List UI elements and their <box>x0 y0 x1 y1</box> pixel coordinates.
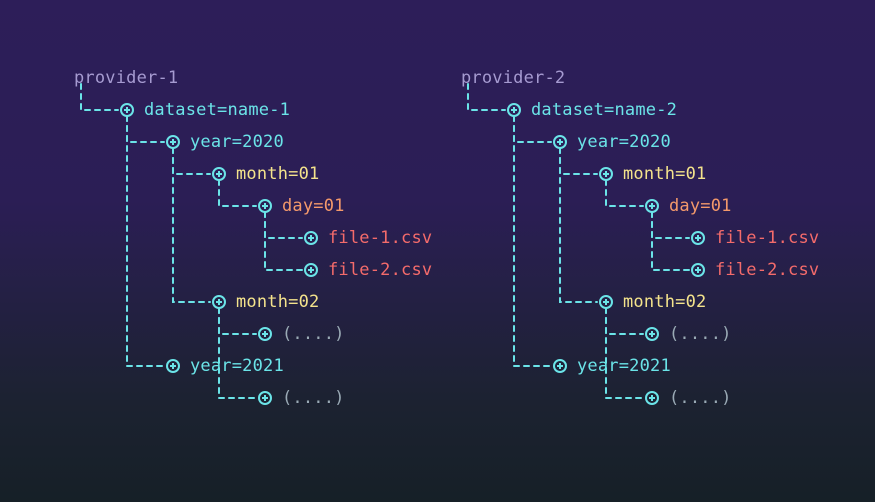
node-label: year=2021 <box>577 350 671 382</box>
expand-icon <box>212 167 226 181</box>
expand-icon <box>599 167 613 181</box>
tree-root: provider-1 <box>74 62 432 94</box>
expand-icon <box>645 327 659 341</box>
tree-node: month=01 <box>74 158 432 190</box>
tree-node: file-1.csv <box>74 222 432 254</box>
node-label: dataset=name-1 <box>144 94 290 126</box>
tree-node: (....) <box>461 318 819 350</box>
node-label: year=2020 <box>190 126 284 158</box>
tree-node: file-1.csv <box>461 222 819 254</box>
tree-node: (....) <box>461 382 819 414</box>
tree-root: provider-2 <box>461 62 819 94</box>
node-label: day=01 <box>282 190 345 222</box>
tree-provider-1: provider-1 dataset=name-1 year=2020 mont… <box>74 62 432 414</box>
expand-icon <box>258 327 272 341</box>
node-label: year=2021 <box>190 350 284 382</box>
node-label: month=02 <box>623 286 706 318</box>
node-label: month=01 <box>236 158 319 190</box>
expand-icon <box>212 295 226 309</box>
expand-icon <box>258 391 272 405</box>
node-label: file-1.csv <box>328 222 432 254</box>
tree-node: month=02 <box>74 286 432 318</box>
tree-node: (....) <box>74 382 432 414</box>
expand-icon <box>645 199 659 213</box>
tree-node: dataset=name-1 <box>74 94 432 126</box>
tree-node: month=02 <box>461 286 819 318</box>
expand-icon <box>304 231 318 245</box>
node-label: file-2.csv <box>328 254 432 286</box>
node-label: year=2020 <box>577 126 671 158</box>
expand-icon <box>553 359 567 373</box>
expand-icon <box>166 135 180 149</box>
node-label: dataset=name-2 <box>531 94 677 126</box>
node-label: provider-2 <box>461 62 565 94</box>
expand-icon <box>166 359 180 373</box>
node-label: (....) <box>282 318 345 350</box>
node-label: (....) <box>282 382 345 414</box>
expand-icon <box>507 103 521 117</box>
node-label: day=01 <box>669 190 732 222</box>
tree-node: month=01 <box>461 158 819 190</box>
tree-node: year=2020 <box>461 126 819 158</box>
expand-icon <box>258 199 272 213</box>
tree-node: file-2.csv <box>74 254 432 286</box>
tree-provider-2: provider-2 dataset=name-2 year=2020 mont… <box>461 62 819 414</box>
tree-node: dataset=name-2 <box>461 94 819 126</box>
node-label: (....) <box>669 318 732 350</box>
tree-node: year=2021 <box>461 350 819 382</box>
expand-icon <box>645 391 659 405</box>
node-label: month=01 <box>623 158 706 190</box>
expand-icon <box>120 103 134 117</box>
tree-node: file-2.csv <box>461 254 819 286</box>
expand-icon <box>599 295 613 309</box>
node-label: provider-1 <box>74 62 178 94</box>
tree-node: day=01 <box>461 190 819 222</box>
expand-icon <box>553 135 567 149</box>
node-label: (....) <box>669 382 732 414</box>
tree-node: year=2020 <box>74 126 432 158</box>
tree-node: (....) <box>74 318 432 350</box>
tree-node: year=2021 <box>74 350 432 382</box>
expand-icon <box>304 263 318 277</box>
expand-icon <box>691 263 705 277</box>
node-label: file-1.csv <box>715 222 819 254</box>
expand-icon <box>691 231 705 245</box>
node-label: month=02 <box>236 286 319 318</box>
tree-node: day=01 <box>74 190 432 222</box>
node-label: file-2.csv <box>715 254 819 286</box>
